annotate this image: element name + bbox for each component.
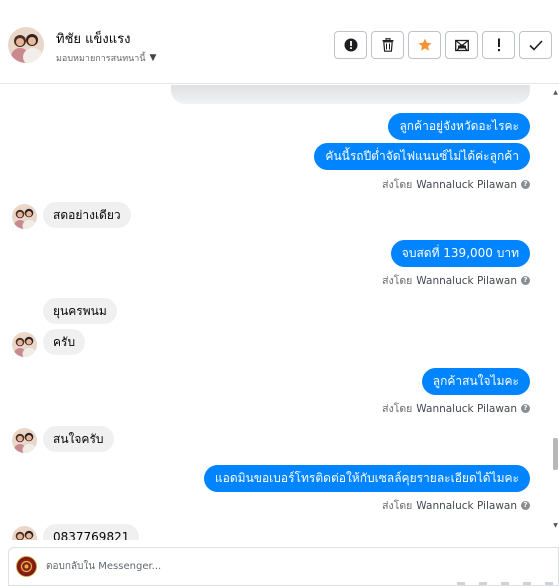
sent-by-label: ส่งโดย Wannaluck Pilawan ? [382,272,530,289]
star-icon [418,38,432,52]
sent-by-prefix: ส่งโดย [382,500,413,512]
mail-block-icon [454,39,469,52]
page-avatar [16,556,37,577]
conversation-header: ทิชัย แข็งแรง มอบหมายการสนทนานี้ ▼ [0,0,559,84]
delete-button[interactable] [371,31,404,59]
help-icon[interactable]: ? [521,404,530,413]
help-icon[interactable]: ? [521,180,530,189]
message-bubble-outgoing[interactable]: ลูกค้าอยู่จังหวัดอะไรคะ [388,113,530,140]
message-bubble-incoming[interactable]: ยุนครพนม [43,298,117,324]
thread-scrollbar[interactable]: ▲ ▼ [552,85,559,540]
mark-spam-button[interactable] [334,31,367,59]
scroll-thumb[interactable] [553,438,558,470]
mark-unread-button[interactable] [482,31,515,59]
trash-icon [382,38,394,52]
sent-by-prefix: ส่งโดย [382,403,413,415]
contact-avatar-small [12,526,37,540]
message-bubble-outgoing[interactable]: จบสดที่ 139,000 บาท [390,240,530,267]
message-bubble-incoming[interactable]: 0837769821 [43,524,140,540]
reply-input[interactable] [46,554,526,579]
sent-by-prefix: ส่งโดย [382,275,413,287]
caret-down-icon: ▼ [149,53,157,63]
sender-name: Wannaluck Pilawan [416,499,517,512]
message-bubble-incoming[interactable]: สดอย่างเดียว [43,202,131,228]
message-bubble-incoming[interactable]: ครับ [43,329,86,355]
message-bubble-outgoing[interactable]: ลูกค้าสนใจไมคะ [421,368,530,395]
sender-name: Wannaluck Pilawan [416,402,517,415]
sender-name: Wannaluck Pilawan [416,178,517,191]
contact-avatar-small [12,204,37,229]
exclamation-icon [497,38,501,52]
sent-by-label: ส่งโดย Wannaluck Pilawan ? [382,176,530,193]
contact-name[interactable]: ทิชัย แข็งแรง [56,28,130,49]
sender-name: Wannaluck Pilawan [416,274,517,287]
message-thread[interactable]: ลูกค้าอยู่จังหวัดอะไรคะ คันนี้รถปีต่ำจัด… [0,85,552,540]
star-button[interactable] [408,31,441,59]
reply-composer [8,547,559,586]
move-to-spam-button[interactable] [445,31,478,59]
assign-conversation-dropdown[interactable]: มอบหมายการสนทนานี้ ▼ [56,51,156,65]
contact-avatar-small [12,332,37,357]
sent-by-prefix: ส่งโดย [382,179,413,191]
sent-by-label: ส่งโดย Wannaluck Pilawan ? [382,497,530,514]
sent-by-label: ส่งโดย Wannaluck Pilawan ? [382,400,530,417]
mark-done-button[interactable] [519,31,552,59]
message-bubble-outgoing[interactable]: คันนี้รถปีต่ำจัดไฟแนนซ์ไม่ได้ค่ะลูกค้า [314,143,530,170]
alert-circle-icon [344,38,358,52]
help-icon[interactable]: ? [521,501,530,510]
contact-avatar[interactable] [8,27,44,63]
scroll-down-arrow-icon[interactable]: ▼ [552,522,559,529]
shared-image-attachment[interactable] [171,85,530,104]
scroll-up-arrow-icon[interactable]: ▲ [552,89,559,96]
assign-label: มอบหมายการสนทนานี้ [56,54,146,64]
check-icon [528,39,543,51]
composer-toolbar-hint [457,582,553,585]
help-icon[interactable]: ? [521,276,530,285]
conversation-actions [334,31,552,59]
contact-avatar-small [12,428,37,453]
message-bubble-incoming[interactable]: สนใจครับ [43,426,114,452]
message-bubble-outgoing[interactable]: แอดมินขอเบอร์โทรติดต่อให้กับเซลล์คุยรายล… [203,465,530,492]
